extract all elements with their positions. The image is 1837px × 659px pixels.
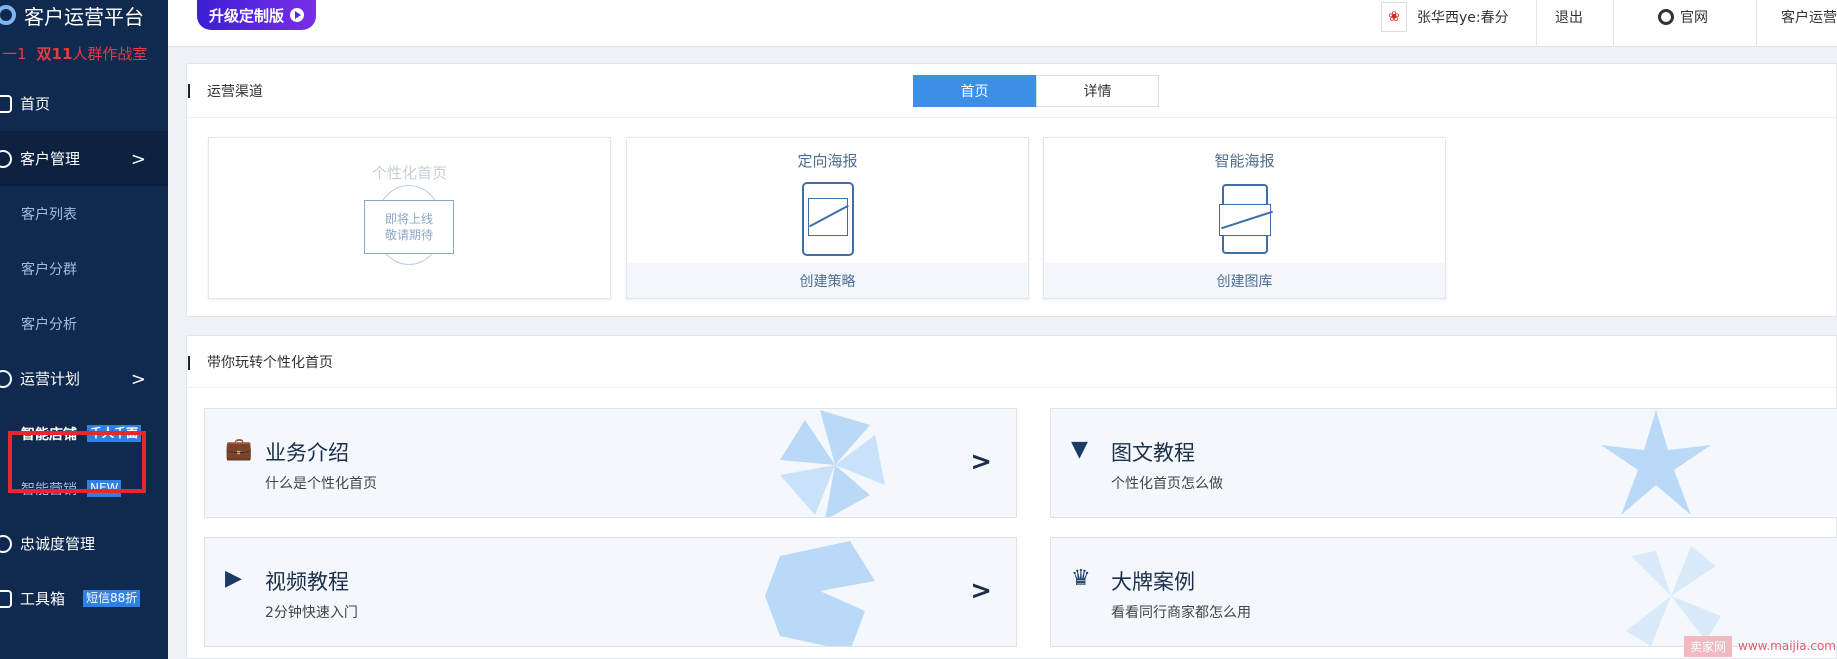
panel-title: 运营渠道 [207,83,263,100]
play-icon [290,8,305,22]
tile-title: 图文教程 [1111,441,1195,465]
sidebar-item-label: 首页 [20,95,51,113]
channel-card-smart-poster[interactable]: 智能海报 创建图库 [1043,137,1446,299]
coming-soon-stamp: 即将上线 敬请期待 [364,200,454,254]
promo-highlight: 双11 [36,44,73,63]
sidebar-item-label: 运营计划 [20,370,81,388]
divider [1756,0,1757,47]
divider [1536,0,1537,47]
tile-desc: 个性化首页怎么做 [1111,476,1223,492]
app-logo-icon [0,5,16,25]
top-bar: 升级定制版 ❀ 张华西ye:春分 退出 官网 客户运营 [168,0,1837,47]
chevron-right-icon: > [970,447,992,477]
watermark: 卖家网 www.maijia.com [1683,634,1836,658]
card-title: 个性化首页 [371,164,447,182]
decor-shape [1626,546,1721,646]
panel-title: 带你玩转个性化首页 [207,354,333,371]
upgrade-button[interactable]: 升级定制版 [197,0,317,30]
card-title: 定向海报 [797,152,858,170]
triangle-logo-icon: ▼ [1071,437,1088,462]
tile-brand-cases[interactable]: ♛ 大牌案例 看看同行商家都怎么用 > [1050,537,1837,647]
card-title: 智能海报 [1214,152,1275,170]
decor-shape [780,410,885,517]
sidebar-item-customer-analysis[interactable]: 客户分析 [0,296,168,351]
app-logo[interactable]: 客户运营平台 [0,0,168,30]
logout-link[interactable]: 退出 [1555,0,1583,33]
promo-link[interactable]: 一1 双11 人群作战室 [0,30,168,76]
divider [1613,0,1614,47]
decor-shape [765,541,875,646]
tile-desc: 2分钟快速入门 [265,605,358,621]
stamp-line: 即将上线 [384,212,433,226]
highlight-box [8,431,146,493]
upgrade-label: 升级定制版 [209,6,285,25]
badge: 短信88折 [83,590,141,607]
tile-graphic-tutorial[interactable]: ▼ 图文教程 个性化首页怎么做 > [1050,408,1837,518]
crown-icon: ♛ [1071,566,1091,591]
tile-title: 业务介绍 [265,441,349,465]
stamp-line: 敬请期待 [384,228,433,242]
sidebar-item-label: 工具箱 [20,590,66,608]
guide-header: 带你玩转个性化首页 [187,336,1836,388]
watermark-url: www.maijia.com [1738,639,1836,653]
promo-prefix: 一1 [2,44,27,63]
channel-card-homepage[interactable]: 个性化首页 即将上线 敬请期待 [208,137,611,299]
tab-details[interactable]: 详情 [1036,75,1159,107]
sidebar-item-label: 客户分群 [21,261,77,278]
create-strategy-button[interactable]: 创建策略 [627,263,1028,298]
loyalty-icon [0,534,12,553]
channel-card-targeted-poster[interactable]: 定向海报 创建策略 [626,137,1029,299]
official-site-label: 官网 [1680,9,1708,26]
tile-desc: 什么是个性化首页 [265,476,377,492]
sidebar-item-label: 客户列表 [21,206,77,223]
phone-gallery-icon [1219,184,1271,254]
aperture-icon [1658,8,1674,25]
sidebar-item-label: 客户分析 [21,316,77,333]
briefcase-icon: 💼 [225,437,253,462]
sidebar-item-customer-management[interactable]: 客户管理 > [0,131,168,186]
toolbox-icon [0,589,12,608]
create-gallery-button[interactable]: 创建图库 [1044,263,1445,298]
sidebar-item-label: 客户管理 [20,150,81,168]
channel-tabs: 首页 详情 [913,75,1159,107]
chevron-right-icon: > [970,576,992,606]
tab-home[interactable]: 首页 [913,75,1036,107]
chevron-right-icon: > [130,149,146,170]
user-name: 张华西ye:春分 [1417,9,1509,26]
tile-title: 视频教程 [265,570,349,594]
chevron-right-icon: > [130,369,146,390]
phone-poster-icon [802,182,854,256]
tile-business-intro[interactable]: 💼 业务介绍 什么是个性化首页 > [204,408,1017,518]
watermark-box: 卖家网 [1683,635,1732,657]
sidebar-item-customer-groups[interactable]: 客户分群 [0,241,168,296]
app-title: 客户运营平台 [24,4,144,29]
channels-panel: 运营渠道 首页 详情 个性化首页 即将上线 敬请期待 定向海报 创建策略 智能海… [186,63,1837,317]
sidebar-item-loyalty[interactable]: 忠诚度管理 [0,516,168,571]
sidebar-item-customer-list[interactable]: 客户列表 [0,186,168,241]
tile-desc: 看看同行商家都怎么用 [1111,605,1251,621]
sidebar: 客户运营平台 一1 双11 人群作战室 首页 客户管理 > 客户列表 客户分群 … [0,0,168,659]
home-icon [0,94,12,113]
logout-label: 退出 [1555,9,1583,26]
avatar: ❀ [1381,1,1407,32]
official-site-link[interactable]: 官网 [1658,0,1708,33]
tile-video-tutorial[interactable]: ▶ 视频教程 2分钟快速入门 > [204,537,1017,647]
user-info[interactable]: ❀ 张华西ye:春分 [1381,0,1509,33]
video-icon: ▶ [225,566,242,591]
decor-shape [1601,410,1711,515]
sidebar-item-label: 忠诚度管理 [20,535,96,553]
sidebar-item-toolbox[interactable]: 工具箱 短信88折 [0,571,168,626]
platform-link[interactable]: 客户运营 [1781,0,1837,33]
customers-icon [0,149,12,168]
sidebar-item-operation-plan[interactable]: 运营计划 > [0,351,168,406]
channels-header: 运营渠道 首页 详情 [187,64,1836,118]
promo-text: 人群作战室 [72,44,148,63]
tile-title: 大牌案例 [1111,570,1195,594]
bulb-icon [0,369,12,388]
platform-label: 客户运营 [1781,9,1837,26]
sidebar-item-home[interactable]: 首页 [0,76,168,131]
guide-panel: 带你玩转个性化首页 💼 业务介绍 什么是个性化首页 > ▼ 图文教程 个性化首页… [186,335,1837,659]
